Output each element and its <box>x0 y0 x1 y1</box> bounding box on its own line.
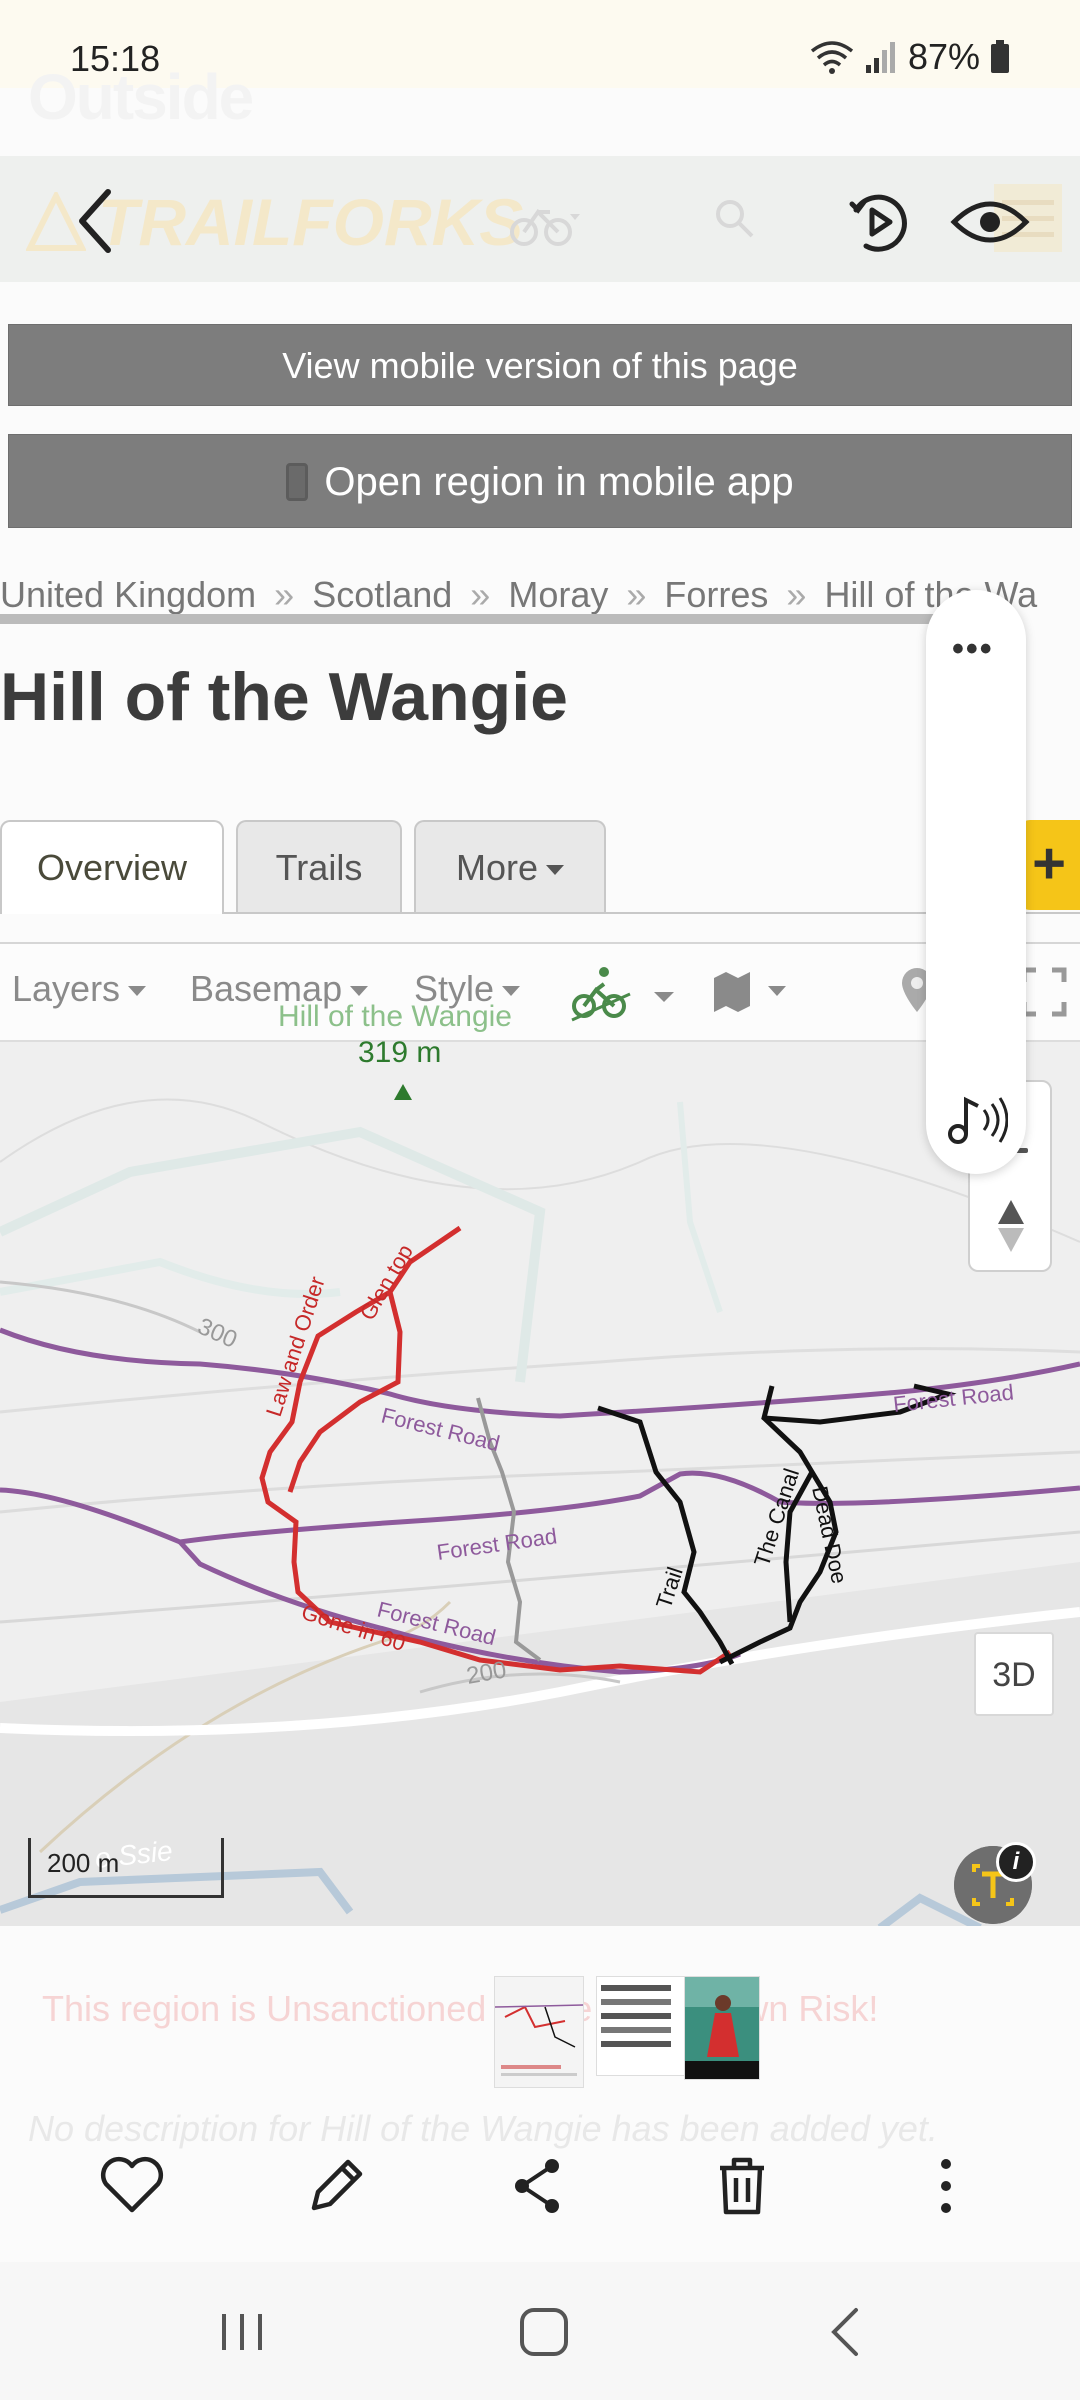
peak-elevation: 319 m <box>358 1036 442 1069</box>
breadcrumb-separator: » <box>626 574 647 615</box>
open-in-app-button[interactable]: Open region in mobile app <box>8 434 1072 528</box>
map-scale: 200 m <box>28 1838 224 1898</box>
thumbnail-photo-preview <box>685 1977 759 2079</box>
3d-toggle-button[interactable]: 3D <box>974 1632 1054 1716</box>
eye-icon[interactable] <box>950 192 1030 252</box>
open-in-app-label: Open region in mobile app <box>324 460 794 504</box>
map-toolbar: Layers Basemap Style <box>0 944 1080 1042</box>
peak-marker-icon <box>394 1084 412 1100</box>
map-icon[interactable] <box>712 970 788 1014</box>
home-icon[interactable] <box>512 2302 576 2362</box>
caret-down-icon <box>502 986 521 996</box>
thumbnail-map-preview <box>495 1977 583 2087</box>
share-icon[interactable] <box>502 2150 574 2222</box>
thumbnail-map[interactable] <box>494 1976 584 2088</box>
breadcrumb-separator: » <box>274 574 295 615</box>
more-horizontal-icon[interactable]: ••• <box>952 630 994 669</box>
play-circle-icon[interactable] <box>844 188 912 256</box>
site-header: TRAILFORKS <box>0 156 1080 282</box>
heart-icon[interactable] <box>96 2150 168 2222</box>
fullscreen-icon[interactable] <box>1020 966 1068 1018</box>
view-mobile-version-button[interactable]: View mobile version of this page <box>8 324 1072 406</box>
peak-name: Hill of the Wangie <box>278 1000 512 1033</box>
breadcrumb-item[interactable]: Scotland <box>312 574 452 615</box>
map-canvas: 300 200 Law and Order Glen top Forest Ro… <box>0 944 1080 1926</box>
trash-icon[interactable] <box>706 2150 778 2222</box>
page-title: Hill of the Wangie <box>0 659 568 735</box>
breadcrumb-item[interactable]: United Kingdom <box>0 574 256 615</box>
breadcrumb-divider <box>0 614 960 624</box>
wifi-icon <box>810 41 854 74</box>
caret-down-icon <box>546 865 565 875</box>
phone-icon <box>286 463 309 501</box>
tab-trails[interactable]: Trails <box>236 820 402 914</box>
battery-percent: 87% <box>907 36 980 77</box>
layers-label: Layers <box>12 968 121 1009</box>
bike-activity-icon[interactable] <box>570 964 680 1024</box>
breadcrumb-separator: » <box>470 574 491 615</box>
status-indicators: 87% <box>810 36 1010 78</box>
search-icon <box>716 200 754 238</box>
trailforks-logo-text: TRAILFORKS <box>98 185 524 259</box>
caret-down-icon <box>350 986 369 996</box>
image-action-bar <box>0 2136 1080 2236</box>
layers-dropdown[interactable]: Layers <box>12 968 147 1010</box>
tab-more[interactable]: More <box>414 820 606 914</box>
back-nav-icon[interactable] <box>816 2302 880 2362</box>
floating-panel: ••• <box>926 590 1026 1174</box>
tab-overview[interactable]: Overview <box>0 820 224 914</box>
signal-icon <box>865 42 895 73</box>
thumbnail-photo[interactable] <box>684 1976 760 2080</box>
thumbnail-document[interactable] <box>596 1976 686 2076</box>
outside-logo: Outside <box>28 61 254 133</box>
recent-apps-icon[interactable] <box>210 2302 274 2362</box>
add-button[interactable]: + <box>1018 820 1080 910</box>
chevron-left-icon[interactable] <box>64 176 128 266</box>
info-icon[interactable]: i <box>996 1842 1036 1882</box>
trail-map[interactable]: 300 200 Law and Order Glen top Forest Ro… <box>0 942 1080 1926</box>
tab-more-label: More <box>455 847 539 888</box>
compass-icon[interactable] <box>994 1198 1028 1254</box>
breadcrumb-item[interactable]: Forres <box>664 574 768 615</box>
caret-down-icon <box>128 986 147 996</box>
breadcrumb-item[interactable]: Moray <box>508 574 608 615</box>
bike-icon <box>510 208 580 246</box>
thumbnail-document-preview <box>597 1977 675 2075</box>
breadcrumb: United Kingdom» Scotland» Moray» Forres» Hil… <box>0 574 1037 616</box>
battery-icon <box>991 40 1009 73</box>
breadcrumb-separator: » <box>786 574 807 615</box>
pencil-icon[interactable] <box>300 2150 372 2222</box>
more-vertical-icon[interactable] <box>910 2150 982 2222</box>
music-audio-icon[interactable] <box>944 1090 1008 1150</box>
system-nav-bar <box>0 2262 1080 2400</box>
